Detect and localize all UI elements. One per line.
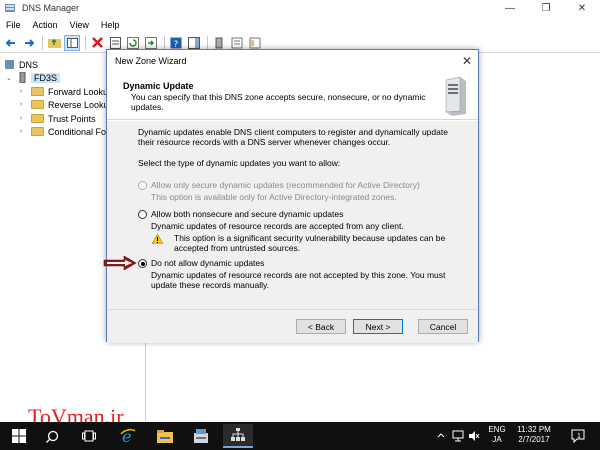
taskbar-dns-manager[interactable]	[223, 424, 253, 448]
show-hide-tree-icon[interactable]	[64, 34, 80, 51]
language-indicator[interactable]: ENG JA	[485, 425, 509, 445]
taskbar-server-manager[interactable]	[186, 424, 216, 448]
language-code: ENG	[488, 425, 506, 434]
task-view-button[interactable]	[74, 424, 104, 448]
dialog-title: New Zone Wizard	[115, 56, 187, 66]
back-arrow-icon[interactable]	[3, 35, 19, 51]
tree-item-label: Forward Looku	[48, 86, 109, 97]
tree-item-label: DNS	[19, 59, 39, 70]
dns-icon	[5, 60, 14, 69]
search-icon	[45, 430, 58, 443]
option-none-label: Do not allow dynamic updates	[151, 258, 265, 268]
window-title: DNS Manager	[22, 3, 80, 13]
folder-icon	[31, 127, 44, 136]
tree-item-label: Trust Points	[48, 113, 96, 124]
notification-count: 1	[577, 433, 581, 440]
close-button[interactable]: ✕	[564, 0, 600, 16]
taskbar-file-explorer[interactable]	[150, 424, 180, 448]
network-icon[interactable]	[452, 430, 464, 442]
dns-manager-taskbar-icon	[231, 428, 245, 441]
folder-icon	[31, 100, 44, 109]
expand-chevron-icon[interactable]: ›	[20, 101, 28, 108]
action-center-button[interactable]: 1	[570, 428, 586, 444]
minimize-button[interactable]: —	[492, 0, 528, 16]
svg-text:?: ?	[174, 40, 179, 49]
prompt-text: Select the type of dynamic updates you w…	[138, 158, 341, 168]
taskbar: e ENG JA 11:32 PM 2/7/2017 1	[0, 422, 600, 450]
toolbar-separator	[85, 35, 86, 50]
forward-arrow-icon[interactable]	[21, 35, 37, 51]
option-secure-only-label: Allow only secure dynamic updates (recom…	[151, 180, 420, 190]
delete-icon[interactable]	[89, 35, 105, 51]
taskbar-ie[interactable]: e	[113, 424, 143, 448]
tree-item-forward-lookup[interactable]: › Forward Looku	[20, 85, 108, 98]
menu-help[interactable]: Help	[95, 20, 126, 30]
radio-nonsecure-and-secure[interactable]	[138, 210, 147, 219]
tree-item-server[interactable]: ⌄ FD3S	[6, 71, 61, 84]
option-nonsecure-warning: This option is a significant security vu…	[174, 233, 446, 253]
wizard-header: Dynamic Update You can specify that this…	[107, 72, 478, 120]
horizontal-scrollbar[interactable]	[150, 404, 530, 418]
tree-item-dns[interactable]: DNS	[4, 58, 38, 71]
tree-item-conditional-forwarders[interactable]: › Conditional Fo	[20, 125, 106, 138]
menu-view[interactable]: View	[64, 20, 95, 30]
server-tower-icon	[445, 76, 466, 116]
task-view-icon	[82, 430, 96, 442]
clock-time: 11:32 PM	[517, 425, 551, 434]
toolbar-separator	[42, 35, 43, 50]
back-button[interactable]: < Back	[296, 319, 346, 334]
expand-chevron-icon[interactable]: ›	[20, 88, 28, 95]
expand-chevron-icon[interactable]: ›	[20, 128, 28, 135]
expand-chevron-icon[interactable]: ›	[20, 115, 28, 122]
option-nonsecure-desc: Dynamic updates of resource records are …	[151, 221, 404, 231]
tree-item-label: Conditional Fo	[48, 126, 107, 137]
start-button[interactable]	[4, 424, 34, 448]
tree-item-label: Reverse Looku	[48, 99, 109, 110]
folder-icon	[31, 114, 44, 123]
clock[interactable]: 11:32 PM 2/7/2017	[512, 425, 556, 445]
search-button[interactable]	[37, 424, 67, 448]
wizard-page-title: Dynamic Update	[123, 81, 194, 91]
radio-no-dynamic-updates[interactable]	[138, 259, 147, 268]
new-zone-wizard-dialog: New Zone Wizard ✕ Dynamic Update You can…	[103, 49, 479, 343]
server-manager-icon	[194, 429, 208, 443]
dialog-close-icon[interactable]: ✕	[462, 54, 472, 68]
wizard-page-subtitle: You can specify that this DNS zone accep…	[131, 92, 426, 112]
server-icon	[19, 72, 26, 83]
toolbar-separator	[207, 35, 208, 50]
collapse-chevron-icon[interactable]: ⌄	[6, 74, 14, 82]
option-nonsecure-label: Allow both nonsecure and secure dynamic …	[151, 209, 344, 219]
show-hidden-icons-chevron-icon[interactable]	[437, 432, 445, 438]
tree-item-reverse-lookup[interactable]: › Reverse Looku	[20, 98, 109, 111]
input-method: JA	[492, 435, 502, 444]
option-none-desc: Dynamic updates of resource records are …	[151, 270, 446, 290]
menu-action[interactable]: Action	[27, 20, 64, 30]
internet-explorer-icon: e	[120, 428, 136, 444]
warning-icon	[152, 234, 163, 244]
wizard-footer: < Back Next > Cancel	[107, 309, 478, 343]
annotation-arrow-icon	[103, 256, 137, 270]
folder-icon	[31, 87, 44, 96]
volume-mute-icon[interactable]	[468, 430, 480, 442]
file-explorer-icon	[157, 429, 173, 443]
cancel-button[interactable]: Cancel	[418, 319, 468, 334]
wizard-body: Dynamic updates enable DNS client comput…	[103, 121, 478, 309]
tree-item-trust-points[interactable]: › Trust Points	[20, 112, 96, 125]
menu-file[interactable]: File	[0, 20, 27, 30]
next-button[interactable]: Next >	[353, 319, 403, 334]
dns-manager-icon	[5, 4, 15, 12]
toolbar-separator	[164, 35, 165, 50]
windows-logo-icon	[12, 429, 26, 443]
maximize-button[interactable]: ❐	[528, 0, 564, 16]
tree-item-label: FD3S	[31, 72, 61, 83]
menu-bar: File Action View Help	[0, 17, 600, 32]
option-secure-only-desc: This option is available only for Active…	[151, 192, 397, 202]
radio-secure-only[interactable]	[138, 181, 147, 190]
intro-text: Dynamic updates enable DNS client comput…	[138, 127, 448, 147]
clock-date: 2/7/2017	[518, 435, 550, 444]
up-folder-icon[interactable]	[46, 35, 62, 51]
